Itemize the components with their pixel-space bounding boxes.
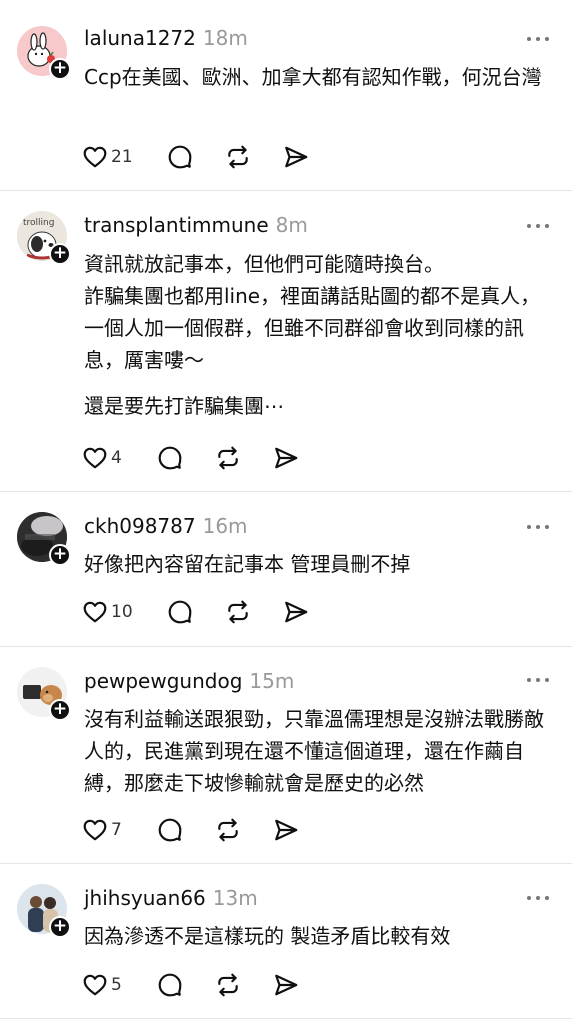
send-icon	[275, 974, 298, 996]
like-button[interactable]: 10	[82, 597, 133, 627]
share-button[interactable]	[273, 815, 299, 845]
post-text: 資訊就放記事本，但他們可能隨時換台。 詐騙集團也都用line，裡面講話貼圖的都不…	[84, 248, 554, 422]
repost-button[interactable]	[225, 142, 251, 172]
reply-button[interactable]	[167, 142, 193, 172]
share-button[interactable]	[283, 597, 309, 627]
like-count: 7	[111, 820, 122, 840]
repost-button[interactable]	[215, 815, 241, 845]
timestamp: 8m	[275, 213, 308, 237]
post-transplantimmune: trolling + transplantimmune 8m 資訊就放記事本，但他…	[0, 191, 572, 491]
post-header: ckh098787 16m	[84, 514, 248, 538]
repost-icon	[218, 973, 238, 997]
repost-button[interactable]	[215, 443, 241, 473]
speech-bubble-icon	[168, 600, 192, 624]
share-button[interactable]	[273, 443, 299, 473]
like-button[interactable]: 5	[82, 970, 122, 1000]
post-header: laluna1272 18m	[84, 26, 248, 50]
like-button[interactable]: 4	[82, 443, 122, 473]
repost-icon	[228, 600, 248, 624]
post-paragraph: 還是要先打詐騙集團⋯	[84, 394, 284, 418]
post-header: pewpewgundog 15m	[84, 669, 294, 693]
heart-icon	[83, 146, 107, 168]
more-dots-icon[interactable]	[527, 522, 551, 532]
follow-plus-icon[interactable]: +	[49, 916, 71, 938]
share-button[interactable]	[283, 142, 309, 172]
post-jhihsyuan66: + jhihsyuan66 13m 因為滲透不是這樣玩的 製造矛盾比較有效 5	[0, 864, 572, 1024]
like-count: 4	[111, 448, 122, 468]
follow-plus-icon[interactable]: +	[49, 243, 71, 265]
like-button[interactable]: 21	[82, 142, 133, 172]
more-dots-icon[interactable]	[527, 34, 551, 44]
repost-button[interactable]	[215, 970, 241, 1000]
speech-bubble-icon	[158, 446, 182, 470]
timestamp: 13m	[212, 886, 258, 910]
post-pewpewgundog: + pewpewgundog 15m 沒有利益輸送跟狠勁，只靠溫儒理想是沒辦法戰勝…	[0, 647, 572, 863]
share-button[interactable]	[273, 970, 299, 1000]
send-icon	[275, 447, 298, 469]
follow-plus-icon[interactable]: +	[49, 544, 71, 566]
divider	[0, 1018, 572, 1019]
send-icon	[285, 146, 308, 168]
heart-icon	[83, 447, 107, 469]
more-dots-icon[interactable]	[527, 675, 551, 685]
post-text: 沒有利益輸送跟狠勁，只靠溫儒理想是沒辦法戰勝敵人的，民進黨到現在還不懂這個道理，…	[84, 703, 554, 799]
repost-icon	[218, 818, 238, 842]
post-header: transplantimmune 8m	[84, 213, 308, 237]
post-paragraph: 因為滲透不是這樣玩的 製造矛盾比較有效	[84, 924, 451, 948]
post-text: 因為滲透不是這樣玩的 製造矛盾比較有效	[84, 920, 554, 952]
follow-plus-icon[interactable]: +	[49, 699, 71, 721]
username[interactable]: pewpewgundog	[84, 669, 242, 693]
svg-text:trolling: trolling	[23, 218, 54, 228]
username[interactable]: jhihsyuan66	[84, 886, 206, 910]
timestamp: 15m	[249, 669, 295, 693]
more-dots-icon[interactable]	[527, 893, 551, 903]
reply-button[interactable]	[157, 815, 183, 845]
post-paragraph: 好像把內容留在記事本 管理員刪不掉	[84, 552, 411, 576]
post-laluna1272: + laluna1272 18m Ccp在美國、歐洲、加拿大都有認知作戰，何況台灣…	[0, 0, 572, 190]
post-text: Ccp在美國、歐洲、加拿大都有認知作戰，何況台灣	[84, 61, 554, 93]
like-count: 21	[111, 147, 133, 167]
speech-bubble-icon	[168, 145, 192, 169]
timestamp: 18m	[202, 26, 248, 50]
follow-plus-icon[interactable]: +	[49, 58, 71, 80]
heart-icon	[83, 974, 107, 996]
heart-icon	[83, 819, 107, 841]
post-paragraph: Ccp在美國、歐洲、加拿大都有認知作戰，何況台灣	[84, 65, 542, 89]
post-ckh098787: + ckh098787 16m 好像把內容留在記事本 管理員刪不掉 10	[0, 492, 572, 646]
more-dots-icon[interactable]	[527, 221, 551, 231]
like-button[interactable]: 7	[82, 815, 122, 845]
timestamp: 16m	[202, 514, 248, 538]
send-icon	[285, 601, 308, 623]
post-paragraph: 沒有利益輸送跟狠勁，只靠溫儒理想是沒辦法戰勝敵人的，民進黨到現在還不懂這個道理，…	[84, 707, 544, 795]
username[interactable]: laluna1272	[84, 26, 196, 50]
post-header: jhihsyuan66 13m	[84, 886, 258, 910]
speech-bubble-icon	[158, 818, 182, 842]
username[interactable]: transplantimmune	[84, 213, 269, 237]
reply-button[interactable]	[157, 443, 183, 473]
repost-icon	[218, 446, 238, 470]
like-count: 10	[111, 602, 133, 622]
reply-button[interactable]	[167, 597, 193, 627]
post-paragraph: 詐騙集團也都用line，裡面講話貼圖的都不是真人，一個人加一個假群，但雖不同群卻…	[84, 284, 541, 372]
like-count: 5	[111, 975, 122, 995]
post-paragraph: 資訊就放記事本，但他們可能隨時換台。	[84, 252, 444, 276]
speech-bubble-icon	[158, 973, 182, 997]
heart-icon	[83, 601, 107, 623]
username[interactable]: ckh098787	[84, 514, 196, 538]
reply-button[interactable]	[157, 970, 183, 1000]
post-text: 好像把內容留在記事本 管理員刪不掉	[84, 548, 554, 580]
repost-icon	[228, 145, 248, 169]
repost-button[interactable]	[225, 597, 251, 627]
send-icon	[275, 819, 298, 841]
